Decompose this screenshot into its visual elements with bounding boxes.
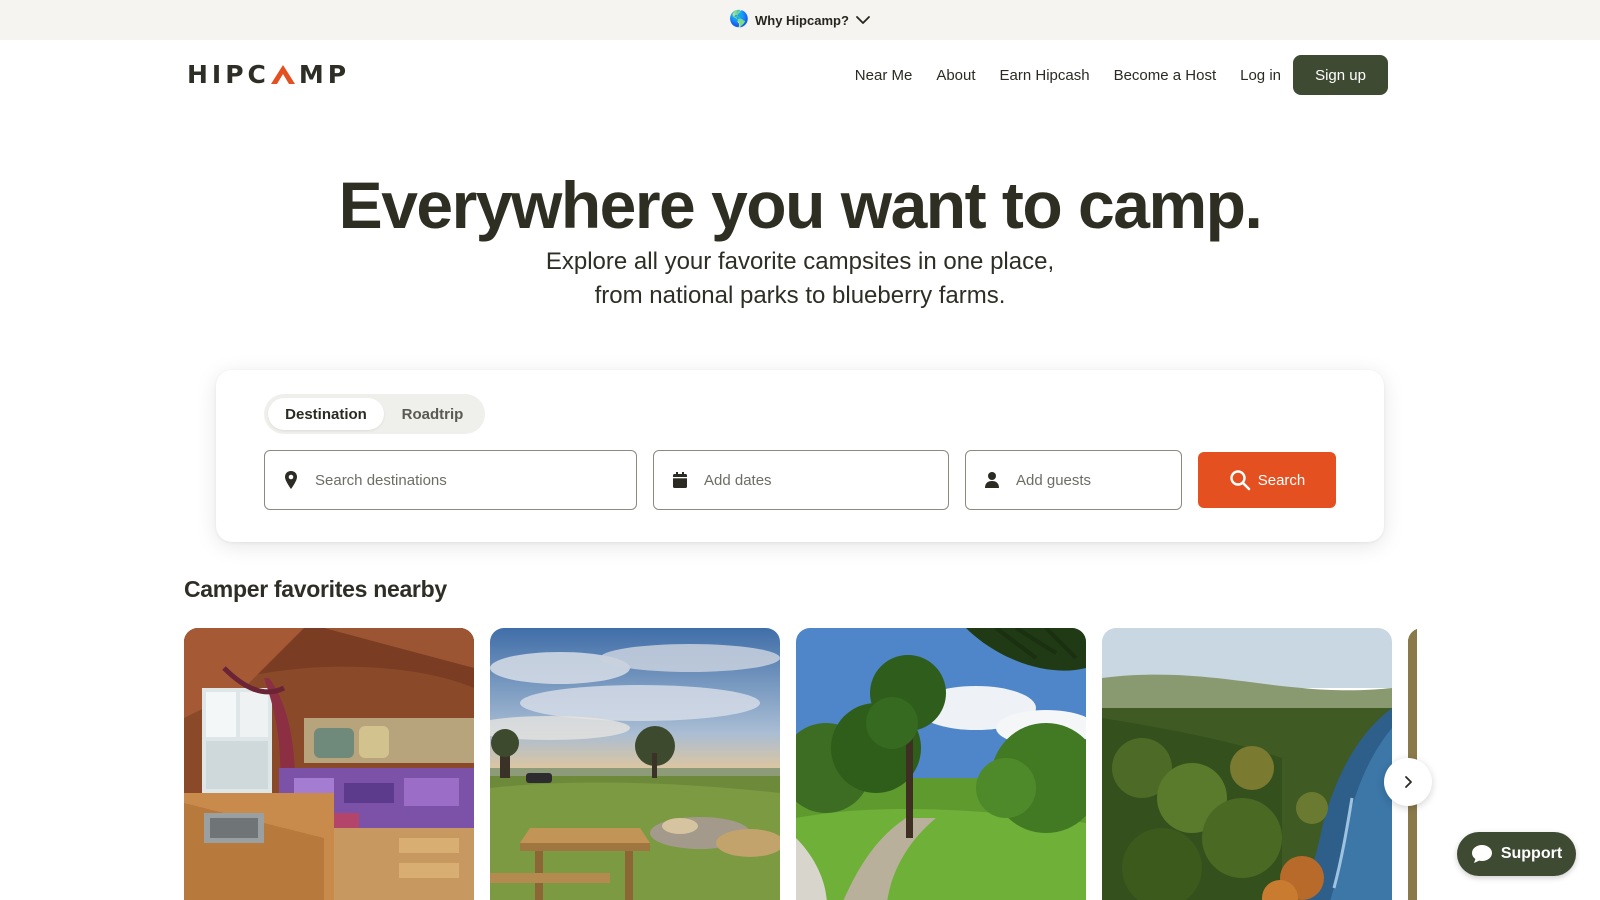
chevron-right-icon <box>1405 776 1412 788</box>
search-icon <box>1230 470 1251 491</box>
logo-text-start: HIPC <box>187 59 270 89</box>
globe-icon: 🌎 <box>729 11 749 28</box>
search-button-label: Search <box>1257 471 1306 489</box>
why-hipcamp-label: Why Hipcamp? <box>755 12 849 28</box>
why-hipcamp-banner[interactable]: 🌎 Why Hipcamp? <box>0 0 1600 40</box>
calendar-icon <box>673 472 687 488</box>
destination-field[interactable]: Search destinations <box>264 450 637 510</box>
hero-subtitle-line1: Explore all your favorite campsites in o… <box>545 248 1055 275</box>
person-icon <box>985 472 999 488</box>
campsite-card[interactable] <box>184 628 474 900</box>
campsite-card[interactable] <box>796 628 1086 900</box>
favorites-carousel <box>184 628 1417 900</box>
chat-bubble-icon <box>1471 845 1492 863</box>
guests-placeholder: Add guests <box>1016 471 1092 489</box>
support-label: Support <box>1500 845 1563 862</box>
destination-placeholder: Search destinations <box>315 471 447 489</box>
tab-destination[interactable]: Destination <box>268 398 384 430</box>
dates-placeholder: Add dates <box>704 471 772 489</box>
guests-field[interactable]: Add guests <box>965 450 1182 510</box>
forest-meadow-photo <box>796 628 1086 900</box>
nav-log-in[interactable]: Log in <box>1240 67 1281 84</box>
hero-title: Everywhere you want to camp. <box>338 168 1263 242</box>
support-button[interactable]: Support <box>1457 832 1576 876</box>
carousel-next-button[interactable] <box>1384 758 1432 806</box>
top-nav: HIPC MP Near Me About Earn Hipcash Becom… <box>0 40 1600 110</box>
nav-earn-hipcash[interactable]: Earn Hipcash <box>1000 67 1090 84</box>
cabin-interior-photo <box>184 628 474 900</box>
logo-tent-icon <box>270 65 295 84</box>
camper-favorites-title: Camper favorites nearby <box>184 576 447 602</box>
tab-roadtrip[interactable]: Roadtrip <box>384 398 481 430</box>
nav-links: Near Me About Earn Hipcash Become a Host… <box>855 55 1388 95</box>
nav-near-me[interactable]: Near Me <box>855 67 913 84</box>
dates-field[interactable]: Add dates <box>653 450 949 510</box>
nav-about[interactable]: About <box>936 67 975 84</box>
logo-text-end: MP <box>298 59 351 89</box>
nav-become-a-host[interactable]: Become a Host <box>1114 67 1217 84</box>
chevron-down-icon <box>856 16 870 24</box>
hero: Everywhere you want to camp. Explore all… <box>0 165 1600 313</box>
campsite-card[interactable] <box>490 628 780 900</box>
search-mode-toggle: Destination Roadtrip <box>264 394 485 434</box>
hilltop-picnic-photo <box>490 628 780 900</box>
search-card: Destination Roadtrip Search destinations… <box>216 370 1384 542</box>
hipcamp-logo[interactable]: HIPC MP <box>187 59 350 89</box>
hero-subtitle-line2: from national parks to blueberry farms. <box>594 282 1006 309</box>
search-button[interactable]: Search <box>1198 452 1336 508</box>
campsite-card[interactable] <box>1102 628 1392 900</box>
sign-up-button[interactable]: Sign up <box>1293 55 1388 95</box>
river-valley-photo <box>1102 628 1392 900</box>
map-pin-icon <box>285 471 297 489</box>
